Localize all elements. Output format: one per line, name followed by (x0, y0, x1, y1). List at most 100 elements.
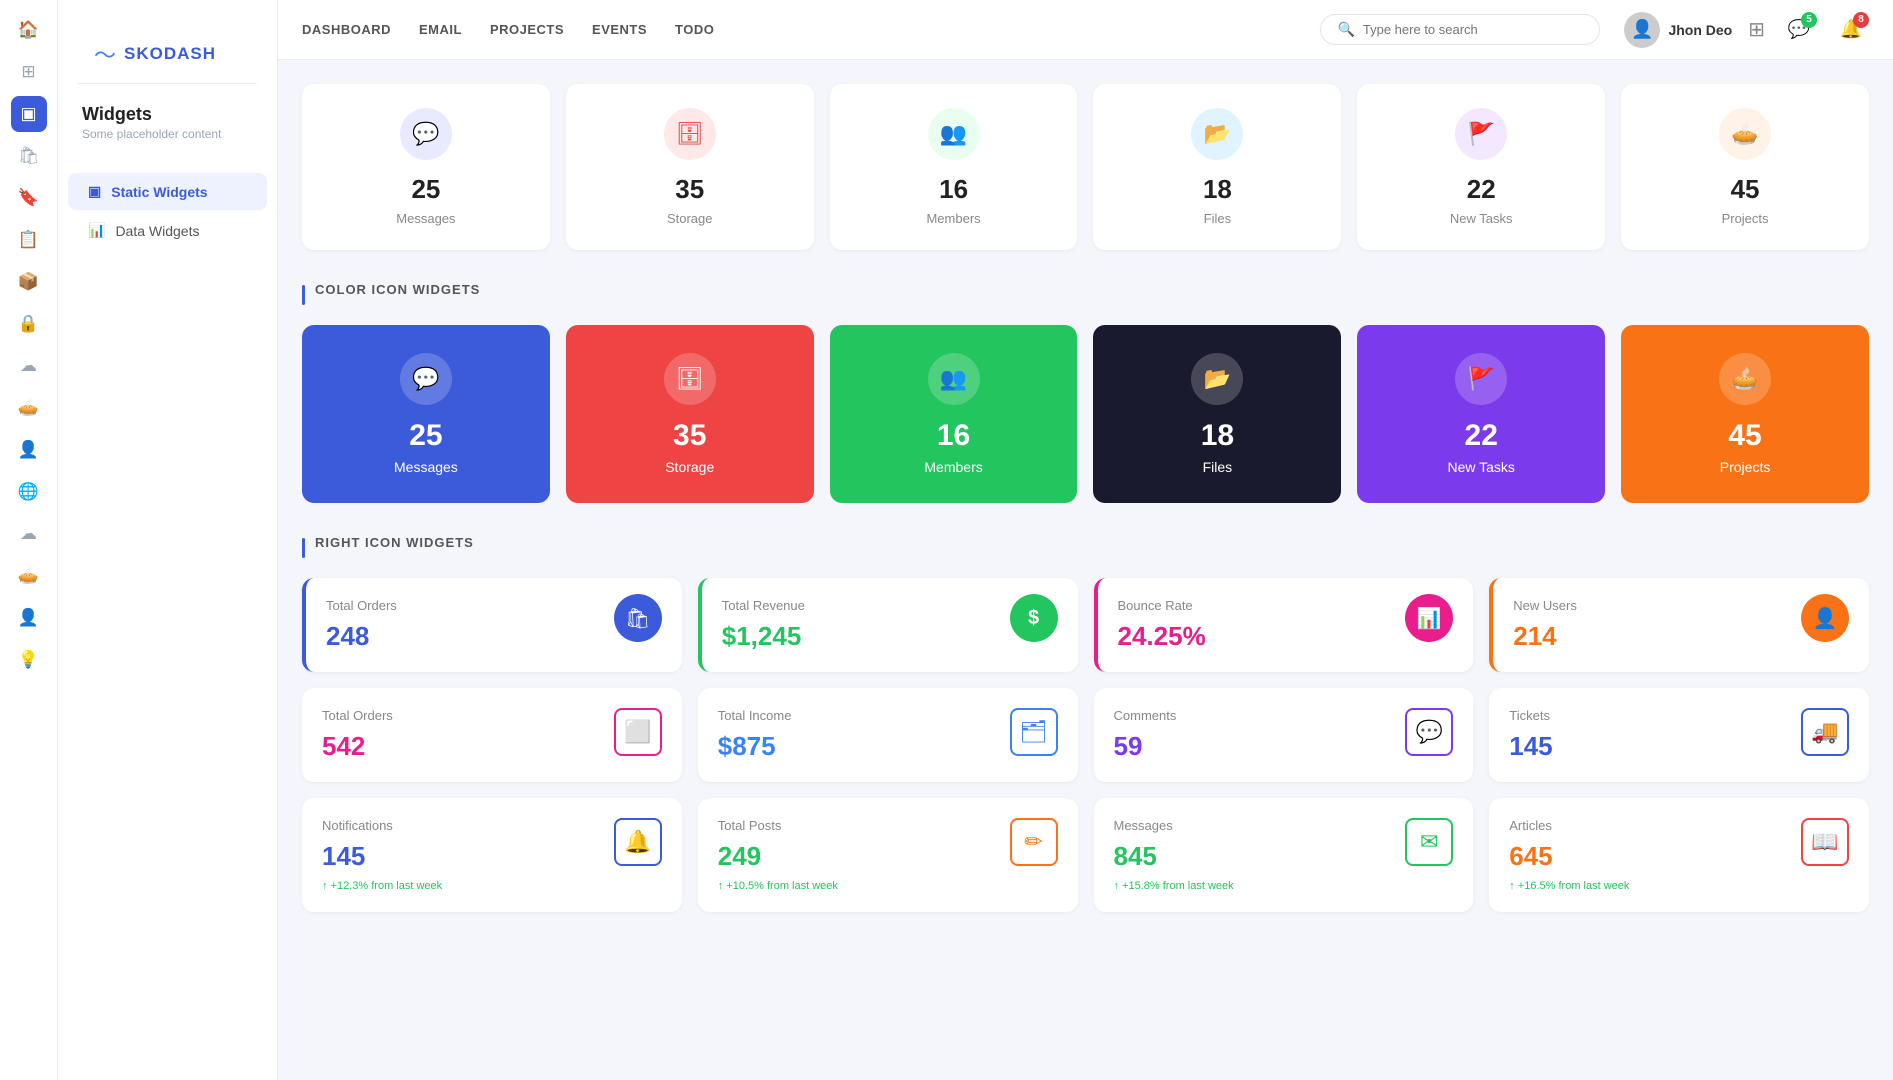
color-storage-icon: 🗄 (664, 353, 716, 405)
color-newtasks-value: 22 (1465, 419, 1498, 453)
color-storage-label: Storage (665, 459, 714, 475)
articles-change: ↑ +16.5% from last week (1509, 880, 1849, 892)
right-card-new-users: New Users 214 👤 (1489, 578, 1869, 672)
nav-grid[interactable]: ⊞ (11, 54, 47, 90)
total-orders-label: Total Orders (326, 598, 397, 613)
username: Jhon Deo (1668, 22, 1732, 38)
newtasks-label: New Tasks (1450, 211, 1513, 226)
nav-link-events[interactable]: EVENTS (592, 22, 647, 37)
color-newtasks-icon: 🚩 (1455, 353, 1507, 405)
nav-clipboard[interactable]: 📋 (11, 222, 47, 258)
search-bar[interactable]: 🔍 (1320, 14, 1600, 45)
right-card-total-income: Total Income $875 🗂 (698, 688, 1078, 782)
projects-value: 45 (1731, 174, 1760, 205)
stat-card-members: 👥 16 Members (830, 84, 1078, 250)
articles-label: Articles (1509, 818, 1552, 833)
color-card-files: 📂 18 Files (1093, 325, 1341, 503)
right-card-articles: Articles 645 📖 ↑ +16.5% from last week (1489, 798, 1869, 912)
nav-home[interactable]: 🏠 (11, 12, 47, 48)
color-storage-value: 35 (673, 419, 706, 453)
comments-value: 59 (1114, 731, 1177, 762)
right-card-total-orders2: Total Orders 542 ⬜ (302, 688, 682, 782)
stat-card-storage: 🗄 35 Storage (566, 84, 814, 250)
stat-card-newtasks: 🚩 22 New Tasks (1357, 84, 1605, 250)
nav-lock[interactable]: 🔒 (11, 306, 47, 342)
nav-link-projects[interactable]: PROJECTS (490, 22, 564, 37)
color-messages-label: Messages (394, 459, 458, 475)
total-income-label: Total Income (718, 708, 792, 723)
articles-icon: 📖 (1801, 818, 1849, 866)
nav-bookmark[interactable]: 🔖 (11, 180, 47, 216)
color-section-header: COLOR ICON WIDGETS (302, 278, 1869, 311)
files-label: Files (1204, 211, 1231, 226)
total-revenue-icon: $ (1010, 594, 1058, 642)
right-card-comments: Comments 59 💬 (1094, 688, 1474, 782)
messages2-label: Messages (1114, 818, 1173, 833)
nav-info[interactable]: 💡 (11, 642, 47, 678)
total-posts-value: 249 (718, 841, 782, 872)
bounce-rate-value: 24.25% (1118, 621, 1206, 652)
sidebar-item-data-widgets[interactable]: 📊 Data Widgets (68, 212, 267, 249)
topnav: DASHBOARD EMAIL PROJECTS EVENTS TODO 🔍 👤… (278, 0, 1893, 60)
color-card-members: 👥 16 Members (830, 325, 1078, 503)
nav-link-email[interactable]: EMAIL (419, 22, 462, 37)
content: 💬 25 Messages 🗄 35 Storage 👥 16 Members … (278, 60, 1893, 1080)
newtasks-value: 22 (1467, 174, 1496, 205)
total-orders-icon: 🛍 (614, 594, 662, 642)
color-projects-label: Projects (1720, 459, 1771, 475)
sidebar-item-static-widgets[interactable]: ▣ Static Widgets (68, 173, 267, 210)
logo-text: SKODASH (124, 44, 216, 64)
messenger-button[interactable]: 💬 5 (1781, 12, 1817, 48)
total-orders2-label: Total Orders (322, 708, 393, 723)
messages2-change: ↑ +15.8% from last week (1114, 880, 1454, 892)
nav-globe[interactable]: 🌐 (11, 474, 47, 510)
nav-link-dashboard[interactable]: DASHBOARD (302, 22, 391, 37)
stat-card-projects: 🥧 45 Projects (1621, 84, 1869, 250)
projects-label: Projects (1722, 211, 1769, 226)
total-orders2-value: 542 (322, 731, 393, 762)
nav-user[interactable]: 👤 (11, 432, 47, 468)
comments-label: Comments (1114, 708, 1177, 723)
total-income-value: $875 (718, 731, 792, 762)
color-members-icon: 👥 (928, 353, 980, 405)
total-orders-value: 248 (326, 621, 397, 652)
stat-card-files: 📂 18 Files (1093, 84, 1341, 250)
nav-cloud[interactable]: ☁ (11, 348, 47, 384)
right-section-bar (302, 538, 305, 558)
right-card-total-revenue: Total Revenue $1,245 $ (698, 578, 1078, 672)
search-input[interactable] (1363, 22, 1584, 37)
articles-value: 645 (1509, 841, 1552, 872)
bounce-rate-icon: 📊 (1405, 594, 1453, 642)
projects-icon: 🥧 (1719, 108, 1771, 160)
members-value: 16 (939, 174, 968, 205)
color-messages-value: 25 (409, 419, 442, 453)
messages-label: Messages (396, 211, 455, 226)
messenger-badge: 5 (1801, 12, 1817, 28)
right-card-total-orders: Total Orders 248 🛍 (302, 578, 682, 672)
color-newtasks-label: New Tasks (1448, 459, 1515, 475)
right-widgets-row1: Total Orders 248 🛍 Total Revenue $1,245 … (302, 578, 1869, 672)
members-icon: 👥 (928, 108, 980, 160)
notification-button[interactable]: 🔔 8 (1833, 12, 1869, 48)
right-card-total-posts: Total Posts 249 ✏ ↑ +10.5% from last wee… (698, 798, 1078, 912)
files-icon: 📂 (1191, 108, 1243, 160)
nav-user2[interactable]: 👤 (11, 600, 47, 636)
nav-widget[interactable]: ▣ (11, 96, 47, 132)
nav-pie2[interactable]: 🥧 (11, 558, 47, 594)
grid-icon[interactable]: ⊞ (1748, 17, 1765, 42)
notifications-icon: 🔔 (614, 818, 662, 866)
nav-shop[interactable]: 🛍 (11, 138, 47, 174)
color-card-messages: 💬 25 Messages (302, 325, 550, 503)
notifications-change: ↑ +12.3% from last week (322, 880, 662, 892)
nav-link-todo[interactable]: TODO (675, 22, 714, 37)
nav-box[interactable]: 📦 (11, 264, 47, 300)
user-info: 👤 Jhon Deo (1624, 12, 1732, 48)
sidebar-item-label-data: Data Widgets (115, 223, 199, 239)
static-widgets-row: 💬 25 Messages 🗄 35 Storage 👥 16 Members … (302, 84, 1869, 250)
right-section-title: RIGHT ICON WIDGETS (315, 535, 474, 550)
nav-cloud2[interactable]: ☁ (11, 516, 47, 552)
messages2-icon: ✉ (1405, 818, 1453, 866)
main-area: DASHBOARD EMAIL PROJECTS EVENTS TODO 🔍 👤… (278, 0, 1893, 1080)
nav-pie[interactable]: 🥧 (11, 390, 47, 426)
storage-value: 35 (675, 174, 704, 205)
